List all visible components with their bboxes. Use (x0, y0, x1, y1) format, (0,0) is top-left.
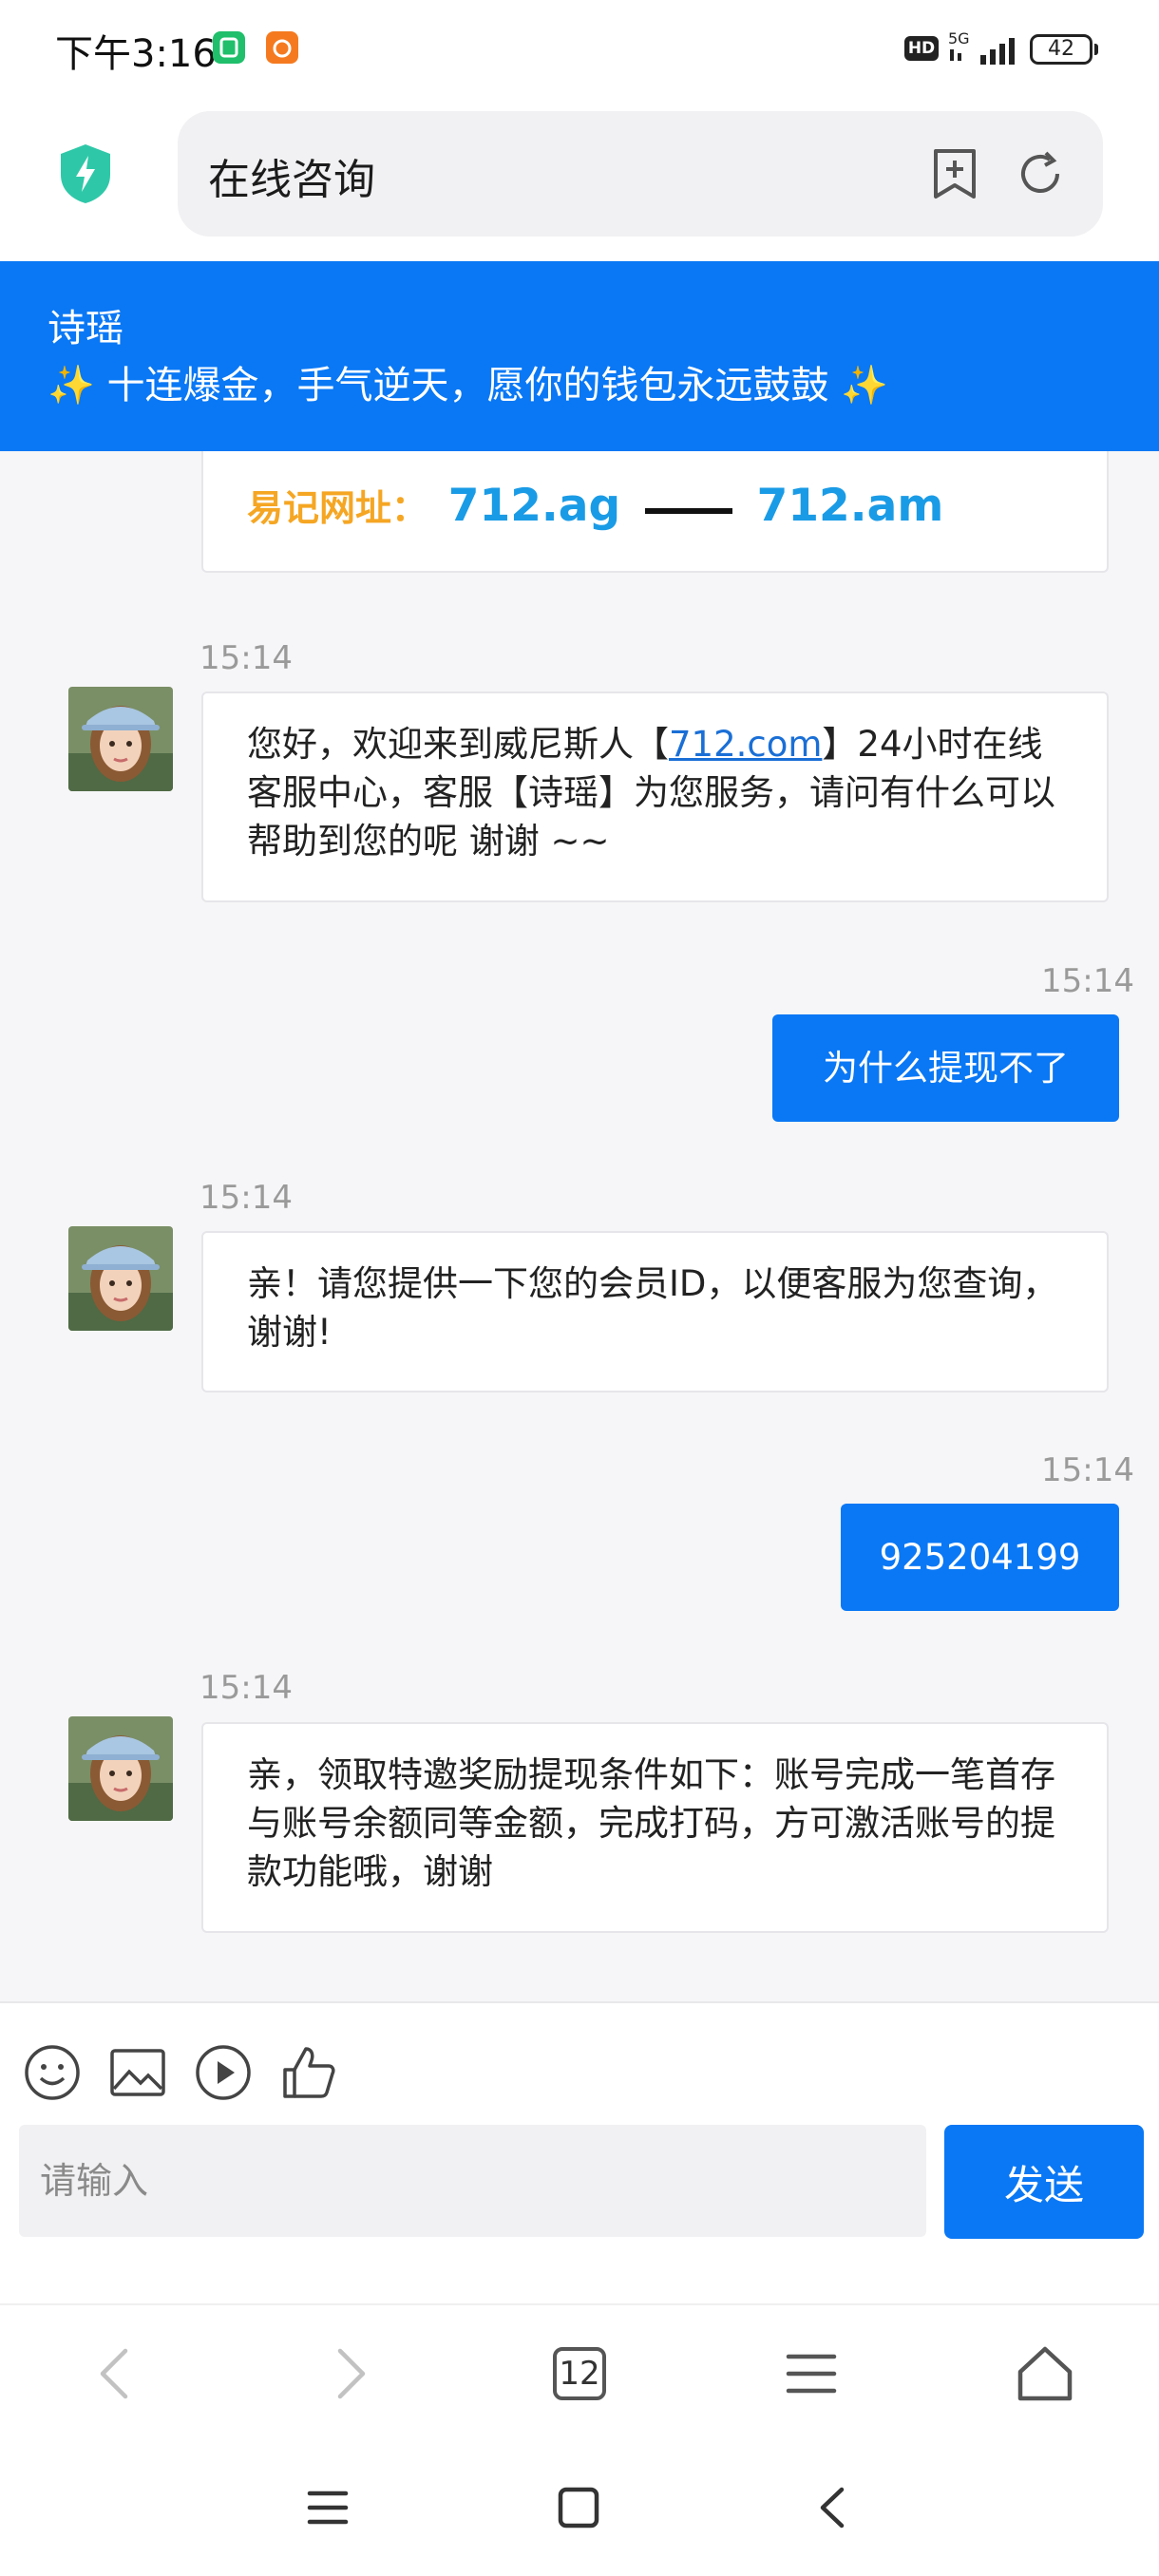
address-domain-1[interactable]: 712.ag (448, 480, 620, 532)
incoming-message-bubble: 您好，欢迎来到威尼斯人【712.com】24小时在线客服中心，客服【诗瑶】为您服… (201, 691, 1109, 902)
emoji-icon[interactable] (23, 2043, 82, 2102)
message-timestamp: 15:14 (200, 1669, 293, 1707)
signal-icon: 5G (948, 29, 1015, 65)
network-label: 5G (948, 29, 970, 47)
notification-app-icon (213, 31, 245, 64)
status-bar: 下午3:16 HD 5G 42 (0, 0, 1159, 100)
back-icon[interactable] (91, 2343, 137, 2404)
browser-bottom-nav: 12 (0, 2303, 1159, 2446)
bookmark-add-icon[interactable] (928, 147, 981, 202)
chat-header-banner: 诗瑶 ✨ 十连爆金，手气逆天，愿你的钱包永远鼓鼓 ✨ (0, 261, 1159, 451)
agent-avatar (68, 1716, 173, 1821)
agent-name: 诗瑶 (48, 307, 124, 350)
address-bar[interactable]: 在线咨询 (178, 111, 1103, 237)
browser-header: 在线咨询 (0, 100, 1159, 261)
message-text: 925204199 (879, 1537, 1081, 1578)
agent-avatar (68, 1226, 173, 1331)
agent-avatar (68, 687, 173, 791)
message-text-part1: 您好，欢迎来到威尼斯人【 (247, 724, 669, 765)
address-card: 易记网址： 712.ag 712.am (201, 451, 1109, 573)
page-title: 在线咨询 (208, 156, 375, 204)
incoming-message-bubble: 亲，领取特邀奖励提现条件如下：账号完成一笔首存与账号余额同等金额，完成打码，方可… (201, 1722, 1109, 1933)
shield-icon[interactable] (57, 142, 114, 205)
status-time: 下午3:16 (55, 32, 217, 76)
send-button[interactable]: 发送 (944, 2125, 1144, 2239)
message-input-panel: 发送 (0, 2001, 1159, 2303)
battery-tip (1094, 44, 1098, 55)
outgoing-message-bubble: 为什么提现不了 (772, 1014, 1119, 1122)
message-text: 为什么提现不了 (823, 1048, 1069, 1089)
video-icon[interactable] (194, 2043, 253, 2102)
battery-icon: 42 (1030, 34, 1092, 65)
message-input[interactable] (19, 2125, 926, 2237)
agent-slogan: ✨ 十连爆金，手气逆天，愿你的钱包永远鼓鼓 ✨ (48, 364, 889, 407)
chat-message-list[interactable]: 易记网址： 712.ag 712.am 15:14 您好，欢迎来到威尼斯人【71… (0, 451, 1159, 2001)
forward-icon[interactable] (329, 2343, 374, 2404)
recents-icon[interactable] (306, 2486, 350, 2529)
address-domain-2[interactable]: 712.am (757, 480, 944, 532)
address-colon: ： (391, 487, 428, 529)
address-separator (644, 507, 732, 514)
message-timestamp: 15:14 (1041, 1451, 1134, 1489)
tabs-icon[interactable]: 12 (553, 2347, 606, 2400)
home-square-icon[interactable] (557, 2486, 600, 2529)
refresh-icon[interactable] (1014, 147, 1067, 200)
home-icon[interactable] (1015, 2343, 1075, 2404)
outgoing-message-bubble: 925204199 (841, 1504, 1119, 1611)
message-text: 亲！请您提供一下您的会员ID，以便客服为您查询，谢谢! (247, 1263, 1058, 1353)
message-timestamp: 15:14 (200, 1179, 293, 1217)
status-indicators: HD 5G 42 (904, 28, 1100, 70)
image-icon[interactable] (108, 2043, 167, 2102)
system-nav-bar (0, 2446, 1159, 2576)
incoming-message-bubble: 亲！请您提供一下您的会员ID，以便客服为您查询，谢谢! (201, 1231, 1109, 1392)
menu-icon[interactable] (785, 2343, 838, 2404)
notification-app-icon-2 (266, 31, 298, 64)
message-link[interactable]: 712.com (669, 724, 822, 765)
message-timestamp: 15:14 (200, 639, 293, 677)
message-timestamp: 15:14 (1041, 962, 1134, 1000)
back-triangle-icon[interactable] (811, 2486, 855, 2529)
message-text: 亲，领取特邀奖励提现条件如下：账号完成一笔首存与账号余额同等金额，完成打码，方可… (247, 1754, 1055, 1892)
hd-icon: HD (904, 36, 939, 61)
thumbs-up-icon[interactable] (279, 2043, 338, 2102)
address-label: 易记网址 (247, 487, 392, 529)
